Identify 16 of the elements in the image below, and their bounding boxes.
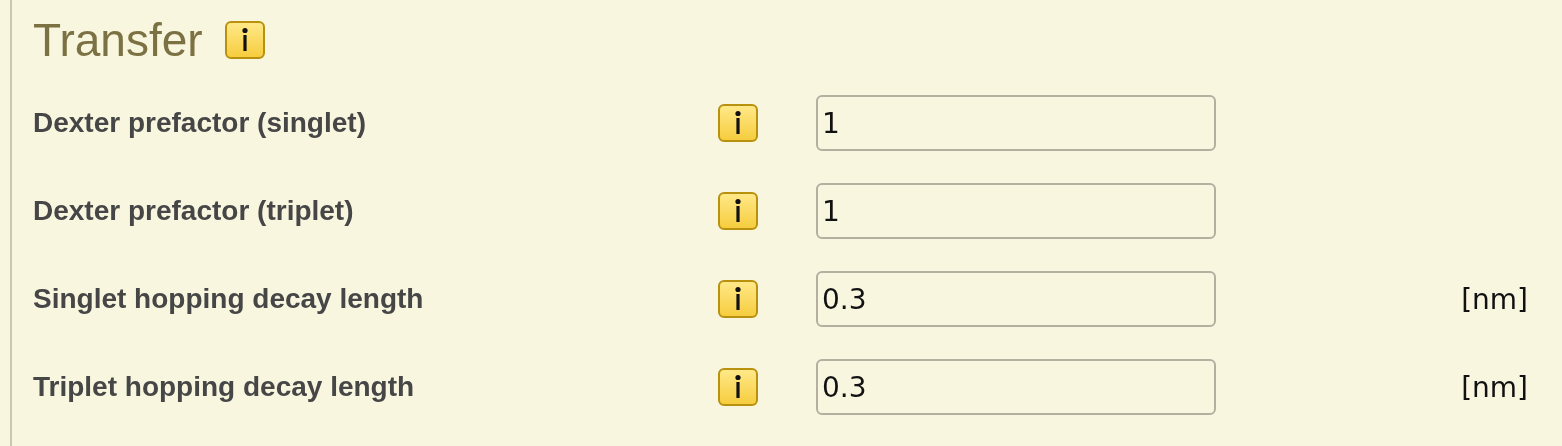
field-label: Dexter prefactor (singlet): [33, 107, 367, 139]
input-field[interactable]: 1: [816, 95, 1216, 151]
info-icon[interactable]: [224, 20, 265, 59]
info-icon[interactable]: [718, 368, 758, 406]
input-field[interactable]: 0.3: [816, 271, 1216, 327]
unit-label: [nm]: [1461, 282, 1528, 316]
field-label: Triplet hopping decay length: [33, 371, 416, 403]
info-icon[interactable]: [718, 104, 758, 142]
field-label: Singlet hopping decay length: [33, 283, 425, 315]
info-icon[interactable]: [718, 192, 758, 230]
field-label: Dexter prefactor (triplet): [33, 195, 355, 227]
info-icon[interactable]: [718, 280, 758, 318]
input-field[interactable]: 1: [816, 183, 1216, 239]
unit-label: [nm]: [1461, 370, 1528, 404]
input-field[interactable]: 0.3: [816, 359, 1216, 415]
section-title: Transfer: [33, 12, 203, 67]
